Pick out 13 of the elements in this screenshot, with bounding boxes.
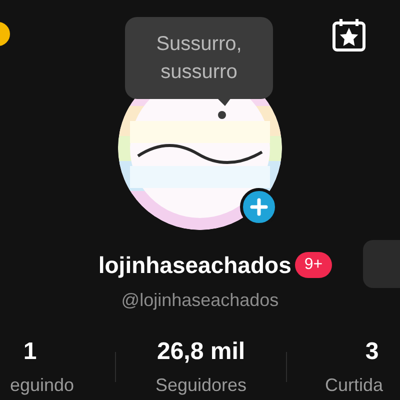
stat-value: 3 (365, 337, 379, 367)
tooltip: Sussurro, sussurro (125, 17, 273, 99)
profile-handle: @lojinhaseachados (121, 288, 279, 312)
calendar-star-icon[interactable] (331, 17, 367, 53)
stat-value: 26,8 mil (156, 337, 246, 367)
stat-label: Curtida (324, 374, 384, 397)
stat-value: 1 (23, 337, 37, 367)
notification-badge: 9+ (295, 252, 332, 278)
stat-label: Seguidores (155, 374, 247, 397)
plus-icon (250, 198, 268, 216)
tooltip-pointer-icon (217, 98, 231, 120)
profile-name: lojinhaseachados (98, 251, 292, 280)
stat-label: eguindo (10, 374, 74, 397)
